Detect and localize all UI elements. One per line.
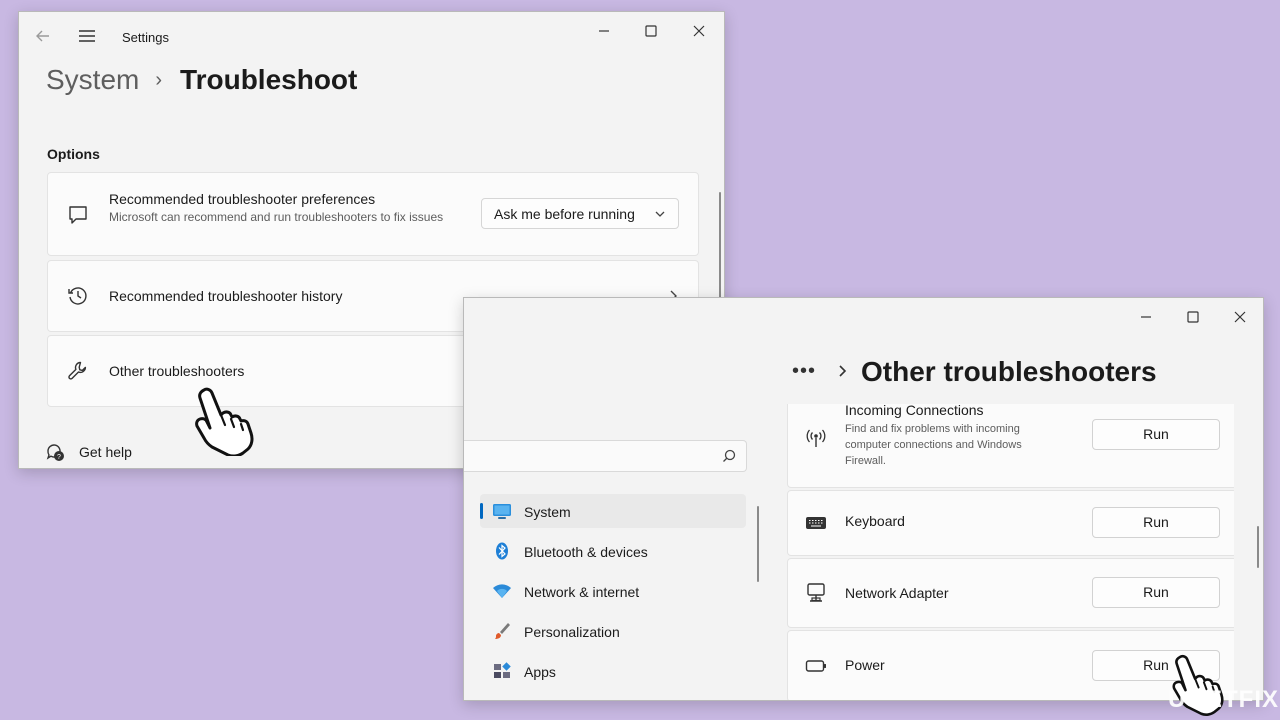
breadcrumb: System › Troubleshoot xyxy=(46,64,357,96)
minimize-icon[interactable] xyxy=(1135,306,1157,328)
chevron-right-icon xyxy=(839,365,847,377)
hand-pointer-cursor-icon xyxy=(195,387,254,456)
keyboard-icon xyxy=(806,517,826,529)
network-adapter-icon xyxy=(807,583,825,602)
active-indicator xyxy=(480,503,483,519)
hamburger-menu-icon[interactable] xyxy=(77,27,97,45)
history-icon xyxy=(68,287,87,305)
card-troubleshooter-preferences: Recommended troubleshooter preferences M… xyxy=(47,172,699,256)
troubleshooter-keyboard: Keyboard Run xyxy=(787,490,1234,556)
back-arrow-icon[interactable] xyxy=(33,26,53,46)
battery-icon xyxy=(805,660,826,672)
close-icon[interactable] xyxy=(688,20,710,42)
troubleshooter-network-adapter: Network Adapter Run xyxy=(787,558,1234,628)
sidebar-item-network[interactable]: Network & internet xyxy=(480,574,746,608)
brush-icon xyxy=(495,623,510,639)
sidebar-item-label: Bluetooth & devices xyxy=(524,544,648,560)
troubleshooter-incoming-connections: Incoming Connections Find and fix proble… xyxy=(787,404,1234,488)
troubleshooter-name: Power xyxy=(845,657,885,673)
troubleshooter-preference-dropdown[interactable]: Ask me before running xyxy=(481,198,679,229)
settings-window-other-troubleshooters: ••• Other troubleshooters System Bluetoo… xyxy=(463,297,1264,701)
sidebar-scrollbar[interactable] xyxy=(757,506,759,582)
watermark-logo: UGETFIX xyxy=(1168,686,1280,713)
antenna-icon xyxy=(806,429,826,447)
run-button-keyboard[interactable]: Run xyxy=(1092,507,1220,538)
content-scrollbar[interactable] xyxy=(1257,526,1259,568)
sidebar-item-label: Apps xyxy=(524,664,556,680)
chevron-down-icon xyxy=(655,211,665,217)
dropdown-value: Ask me before running xyxy=(494,206,635,222)
close-icon[interactable] xyxy=(1229,306,1251,328)
run-button-network-adapter[interactable]: Run xyxy=(1092,577,1220,608)
troubleshooter-name: Network Adapter xyxy=(845,585,949,601)
search-input[interactable] xyxy=(464,440,747,472)
get-help-label: Get help xyxy=(79,444,132,460)
wifi-icon xyxy=(493,584,511,598)
troubleshooter-description: Find and fix problems with incoming comp… xyxy=(845,423,1022,467)
title-bar: Settings xyxy=(19,12,724,60)
sidebar-item-label: Personalization xyxy=(524,624,620,640)
apps-icon xyxy=(494,662,511,678)
sidebar-item-personalization[interactable]: Personalization xyxy=(480,614,746,648)
svg-text:?: ? xyxy=(57,454,61,461)
troubleshooter-name: Incoming Connections xyxy=(845,404,984,418)
maximize-icon[interactable] xyxy=(640,20,662,42)
breadcrumb-parent[interactable]: System xyxy=(46,64,139,96)
troubleshooter-name: Keyboard xyxy=(845,513,905,529)
get-help-link[interactable]: ? Get help xyxy=(45,442,132,462)
card-title: Recommended troubleshooter history xyxy=(109,288,343,304)
sidebar-item-bluetooth[interactable]: Bluetooth & devices xyxy=(480,534,746,568)
card-description: Microsoft can recommend and run troubles… xyxy=(109,210,444,224)
monitor-icon xyxy=(493,504,511,519)
breadcrumb-ellipsis[interactable]: ••• xyxy=(792,360,816,383)
breadcrumb-separator: › xyxy=(155,68,163,91)
bluetooth-icon xyxy=(496,542,508,560)
troubleshooters-list: Incoming Connections Find and fix proble… xyxy=(784,404,1234,700)
get-help-icon: ? xyxy=(46,444,64,461)
run-button-incoming-connections[interactable]: Run xyxy=(1092,419,1220,450)
maximize-icon[interactable] xyxy=(1182,306,1204,328)
search-icon xyxy=(723,449,736,462)
wrench-icon xyxy=(68,361,87,380)
section-label-options: Options xyxy=(47,146,100,162)
minimize-icon[interactable] xyxy=(593,20,615,42)
page-title: Other troubleshooters xyxy=(861,356,1157,387)
sidebar-item-label: System xyxy=(524,504,571,520)
page-title: Troubleshoot xyxy=(180,64,358,95)
troubleshooter-power: Power Run xyxy=(787,630,1234,700)
sidebar-item-apps[interactable]: Apps xyxy=(480,654,746,688)
chat-bubble-icon xyxy=(69,206,87,224)
sidebar-item-system[interactable]: System xyxy=(480,494,746,528)
card-title: Other troubleshooters xyxy=(109,363,245,379)
card-title: Recommended troubleshooter preferences xyxy=(109,191,376,207)
window-title: Settings xyxy=(122,30,169,45)
sidebar-item-label: Network & internet xyxy=(524,584,640,600)
